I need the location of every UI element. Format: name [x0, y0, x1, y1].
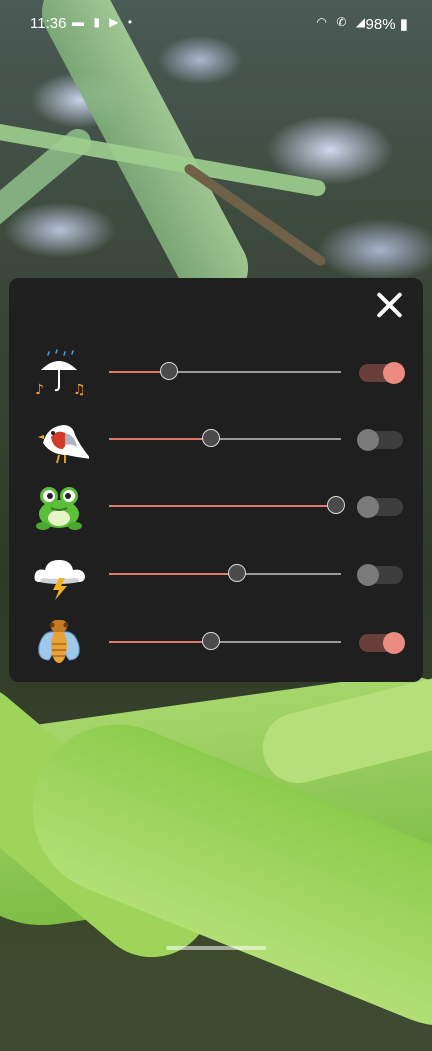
toggle-knob [383, 632, 405, 654]
volume-slider-thunder[interactable] [109, 564, 341, 582]
signal-bars-icon: ▮ [93, 15, 103, 29]
toggle-knob [357, 429, 379, 451]
close-icon[interactable] [369, 286, 409, 326]
battery-level: 98% ▮ [366, 15, 408, 33]
system-icons: ◠ ✆ ◢ [317, 15, 368, 29]
toggle-frog[interactable] [357, 496, 403, 518]
slider-fill [109, 641, 212, 643]
slider-thumb[interactable] [327, 496, 346, 514]
slider-fill [109, 573, 237, 575]
sound-row-bird [9, 409, 423, 469]
slider-fill [109, 505, 337, 507]
volume-slider-cicada[interactable] [109, 632, 341, 650]
status-bar: 11:36 ▬ ▮ ▶ • ◠ ✆ ◢ 98% ▮ [0, 0, 432, 46]
sound-mixer-panel: ♪ ♫ [9, 278, 423, 682]
toggle-knob [383, 362, 405, 384]
toggle-rain[interactable] [359, 362, 405, 384]
bird-icon [38, 425, 89, 464]
battery-icon: ▮ [399, 16, 408, 33]
volume-slider-bird[interactable] [109, 429, 341, 447]
clock: 11:36 [30, 15, 67, 32]
svg-text:♫: ♫ [73, 382, 86, 398]
gesture-nav-bar[interactable] [166, 946, 266, 950]
svg-text:♪: ♪ [35, 382, 44, 398]
wifi-calling-icon: ◠ [316, 15, 331, 29]
toggle-knob [357, 564, 379, 586]
toggle-cicada[interactable] [359, 632, 405, 654]
toggle-thunder[interactable] [357, 564, 403, 586]
sound-row-rain: ♪ ♫ [9, 342, 423, 402]
dot-icon: • [127, 15, 136, 29]
volume-slider-rain[interactable] [109, 362, 341, 380]
slider-thumb[interactable] [227, 564, 246, 582]
slider-thumb[interactable] [202, 429, 221, 447]
toggle-bird[interactable] [357, 429, 403, 451]
sound-row-thunder [9, 544, 423, 604]
notification-icons: ▬ ▮ ▶ • [72, 15, 135, 29]
slider-thumb[interactable] [160, 362, 179, 380]
media-icon: ▶ [109, 15, 122, 29]
slider-thumb[interactable] [202, 632, 221, 650]
message-icon: ▬ [72, 15, 87, 29]
sound-row-frog [9, 476, 423, 536]
slider-fill [109, 438, 212, 440]
call-icon: ✆ [336, 15, 350, 29]
thunderstorm-icon [34, 560, 85, 600]
volume-slider-frog[interactable] [109, 496, 346, 514]
toggle-knob [357, 496, 379, 518]
sound-row-cicada [9, 612, 423, 672]
battery-text: 98% [365, 16, 396, 33]
frog-icon [36, 487, 82, 530]
cicada-icon [38, 620, 80, 663]
rain-umbrella-icon: ♪ ♫ [35, 349, 86, 398]
